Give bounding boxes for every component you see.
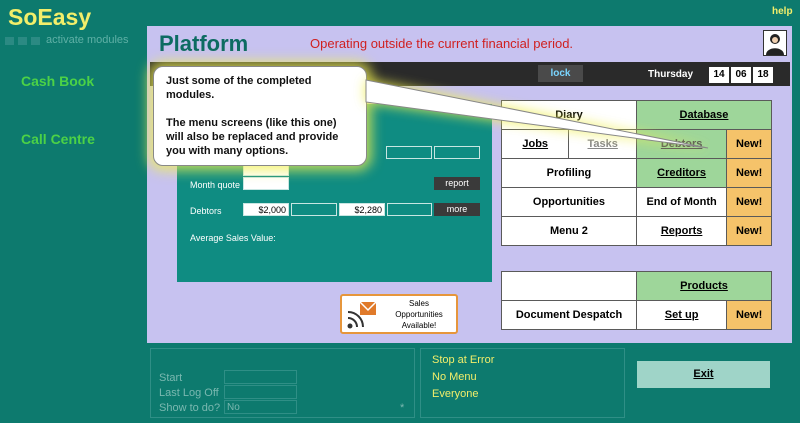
sales-banner-line: Sales xyxy=(408,299,429,308)
exit-button[interactable]: Exit xyxy=(637,361,770,388)
creditors-label: Creditors xyxy=(657,167,707,179)
exit-label: Exit xyxy=(693,368,714,380)
reports-label: Reports xyxy=(660,225,703,237)
app-logo: SoEasy xyxy=(8,4,92,30)
last-log-off-field xyxy=(224,385,297,399)
date-year: 18 xyxy=(753,67,773,83)
module-square-icon xyxy=(5,37,14,45)
avg-sales-label: Average Sales Value: xyxy=(190,233,276,243)
empty-cell xyxy=(500,271,638,301)
status-message: Operating outside the current financial … xyxy=(310,36,574,51)
sales-opportunities-banner[interactable]: Sales Opportunities Available! xyxy=(340,294,458,334)
asterisk: * xyxy=(400,402,405,414)
everyone-option[interactable]: Everyone xyxy=(432,388,478,400)
date-day: 14 xyxy=(709,67,729,83)
end-of-month-button[interactable]: End of Month xyxy=(635,187,728,217)
start-field xyxy=(224,370,297,384)
callout-text: Just some of the completed modules. xyxy=(166,75,312,101)
date-month: 06 xyxy=(731,67,751,83)
sidebar-item-cash-book[interactable]: Cash Book xyxy=(21,73,94,89)
new-badge: New! xyxy=(726,129,772,159)
info-callout: Just some of the completed modules. The … xyxy=(153,66,367,166)
new-badge: New! xyxy=(726,158,772,188)
debtors-label: Debtors xyxy=(190,206,222,216)
month-quote-label: Month quote xyxy=(190,180,241,190)
debtors-field xyxy=(387,203,432,216)
stop-at-error-option[interactable]: Stop at Error xyxy=(432,354,494,366)
products-label: Products xyxy=(680,280,728,292)
set-up-label: Set up xyxy=(664,309,699,321)
sales-banner-line: Opportunities xyxy=(395,310,443,319)
last-log-off-label: Last Log Off xyxy=(159,387,219,399)
report-button[interactable]: report xyxy=(434,177,480,190)
month-quote-field[interactable] xyxy=(243,177,289,190)
rss-envelope-icon xyxy=(347,301,377,329)
opportunities-button[interactable]: Opportunities xyxy=(501,187,637,217)
module-square-icon xyxy=(18,37,27,45)
page-title: Platform xyxy=(159,31,249,56)
show-to-do-label: Show to do? xyxy=(159,402,221,414)
debtors-field xyxy=(291,203,337,216)
debtors-value: $2,280 xyxy=(339,203,385,216)
new-badge: New! xyxy=(726,300,772,330)
reports-button[interactable]: Reports xyxy=(635,216,728,246)
user-icon xyxy=(766,34,784,55)
module-square-icon xyxy=(31,37,40,45)
module-menu-grid-2: Products Document Despatch Set up New! xyxy=(500,271,772,330)
new-badge: New! xyxy=(726,187,772,217)
sidebar-item-call-centre[interactable]: Call Centre xyxy=(21,131,95,147)
more-button[interactable]: more xyxy=(434,203,480,216)
callout-text: The menu screens (like this one) will al… xyxy=(166,117,339,157)
no-menu-option[interactable]: No Menu xyxy=(432,371,477,383)
help-link[interactable]: help xyxy=(772,6,793,17)
document-despatch-button[interactable]: Document Despatch xyxy=(500,300,638,330)
new-badge: New! xyxy=(726,216,772,246)
show-to-do-field[interactable]: No xyxy=(224,400,297,414)
activate-modules-link[interactable]: activate modules xyxy=(46,34,129,46)
products-button[interactable]: Products xyxy=(636,271,772,301)
set-up-button[interactable]: Set up xyxy=(636,300,728,330)
debtors-value: $2,000 xyxy=(243,203,289,216)
callout-pointer xyxy=(365,79,709,149)
avatar[interactable] xyxy=(763,30,787,56)
menu2-button[interactable]: Menu 2 xyxy=(501,216,637,246)
sales-banner-line: Available! xyxy=(401,321,437,330)
start-label: Start xyxy=(159,372,183,384)
